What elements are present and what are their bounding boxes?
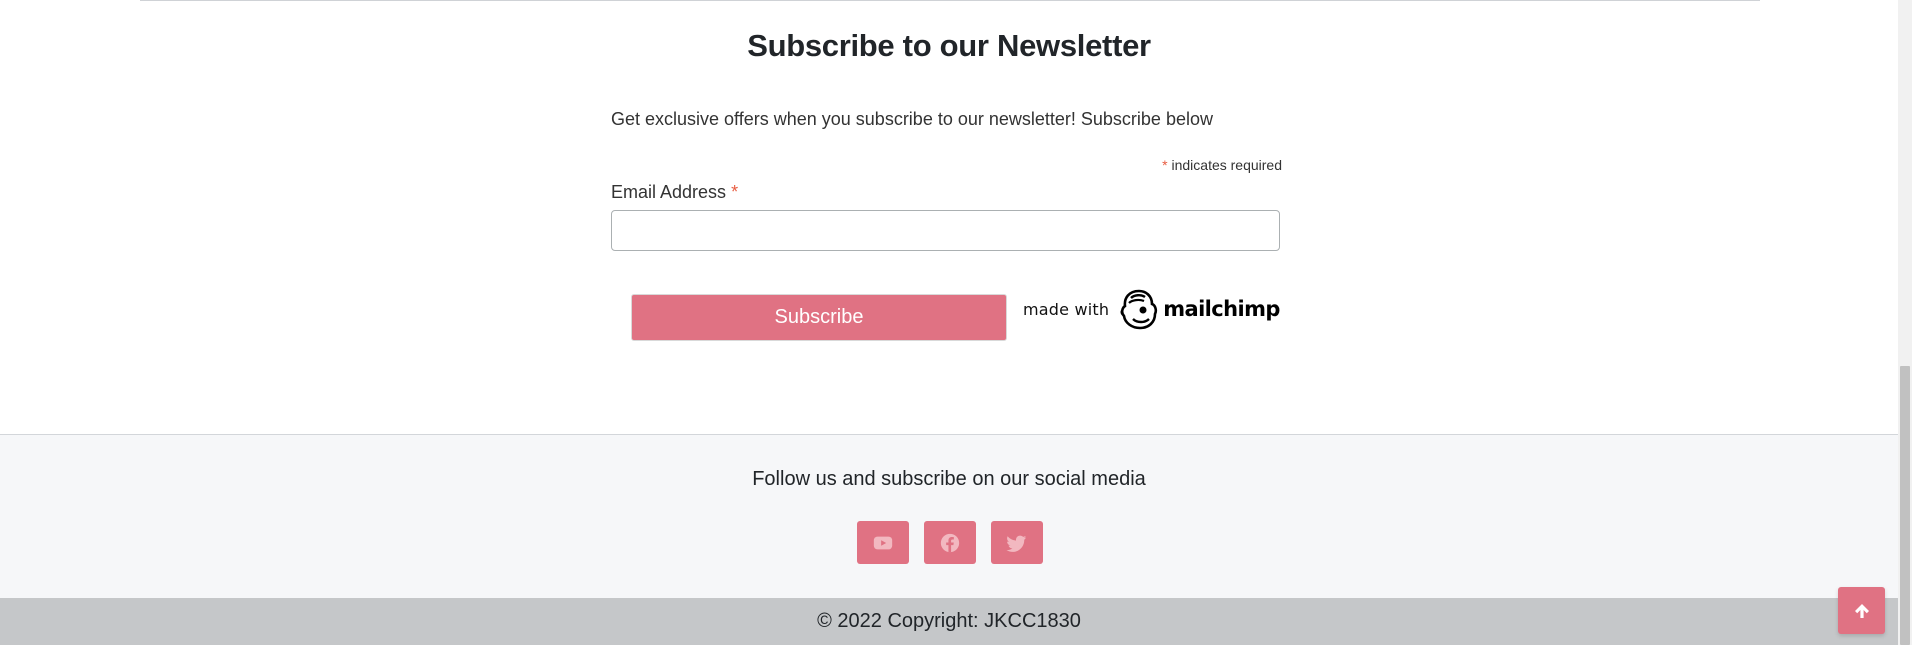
youtube-icon bbox=[873, 536, 893, 549]
mailchimp-icon bbox=[1120, 289, 1158, 330]
mailchimp-wordmark: mailchimp bbox=[1163, 297, 1280, 321]
arrow-up-icon bbox=[1854, 603, 1869, 618]
twitter-button[interactable] bbox=[991, 521, 1043, 564]
social-heading: Follow us and subscribe on our social me… bbox=[752, 468, 1146, 490]
made-with-text: made with bbox=[1023, 299, 1110, 319]
required-note-text: indicates required bbox=[1167, 157, 1282, 173]
section-divider bbox=[140, 0, 1760, 1]
email-label-text: Email Address bbox=[611, 182, 732, 202]
page: Subscribe to our Newsletter Get exclusiv… bbox=[0, 0, 1912, 645]
newsletter-description: Get exclusive offers when you subscribe … bbox=[611, 109, 1213, 129]
social-buttons bbox=[857, 521, 1043, 564]
newsletter-title: Subscribe to our Newsletter bbox=[747, 28, 1151, 63]
facebook-button[interactable] bbox=[924, 521, 976, 564]
email-field[interactable] bbox=[611, 210, 1280, 251]
facebook-icon bbox=[940, 533, 960, 552]
copyright-bar: © 2022 Copyright: JKCC1830 bbox=[0, 598, 1898, 645]
required-note: * indicates required bbox=[611, 157, 1282, 173]
social-footer: Follow us and subscribe on our social me… bbox=[0, 434, 1898, 599]
youtube-button[interactable] bbox=[857, 521, 909, 564]
mailchimp-badge[interactable]: made with mailchimp bbox=[1023, 287, 1280, 331]
copyright-text: © 2022 Copyright: JKCC1830 bbox=[817, 610, 1081, 632]
email-required-asterisk: * bbox=[731, 182, 739, 202]
subscribe-button[interactable]: Subscribe bbox=[631, 294, 1007, 341]
scroll-to-top-button[interactable] bbox=[1838, 587, 1885, 634]
email-label: Email Address * bbox=[611, 182, 738, 203]
scrollbar-thumb[interactable] bbox=[1900, 366, 1910, 645]
twitter-icon bbox=[1006, 535, 1027, 552]
